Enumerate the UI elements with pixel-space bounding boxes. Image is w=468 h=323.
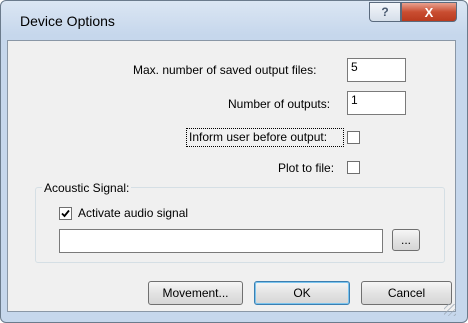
cancel-button-label: Cancel — [387, 286, 426, 300]
ok-button[interactable]: OK — [254, 281, 350, 305]
movement-button[interactable]: Movement... — [148, 281, 243, 305]
close-icon: X — [424, 4, 434, 20]
help-icon: ? — [381, 5, 389, 19]
close-button[interactable]: X — [401, 2, 457, 22]
movement-button-label: Movement... — [162, 286, 229, 300]
window-title: Device Options — [20, 13, 115, 29]
browse-button[interactable]: ... — [392, 229, 420, 251]
resize-grip-icon[interactable] — [444, 304, 456, 316]
number-of-outputs-label: Number of outputs: — [228, 97, 331, 111]
number-of-outputs-input[interactable]: 1 — [347, 91, 406, 115]
activate-audio-label[interactable]: Activate audio signal — [78, 206, 188, 220]
help-button[interactable]: ? — [369, 2, 401, 22]
max-saved-files-input[interactable]: 5 — [347, 58, 406, 82]
plot-to-file-label[interactable]: Plot to file: — [278, 161, 334, 175]
max-saved-files-label: Max. number of saved output files: — [133, 63, 317, 77]
plot-to-file-checkbox[interactable] — [347, 161, 360, 174]
audio-file-input[interactable] — [59, 229, 383, 253]
activate-audio-checkbox[interactable] — [59, 207, 72, 220]
inform-user-checkbox[interactable] — [347, 131, 360, 144]
checkmark-icon — [61, 209, 70, 218]
inform-user-label[interactable]: Inform user before output: — [189, 130, 327, 144]
ok-button-label: OK — [293, 286, 311, 300]
acoustic-signal-group-label: Acoustic Signal: — [42, 181, 132, 195]
browse-label: ... — [400, 233, 411, 247]
cancel-button[interactable]: Cancel — [361, 281, 452, 305]
